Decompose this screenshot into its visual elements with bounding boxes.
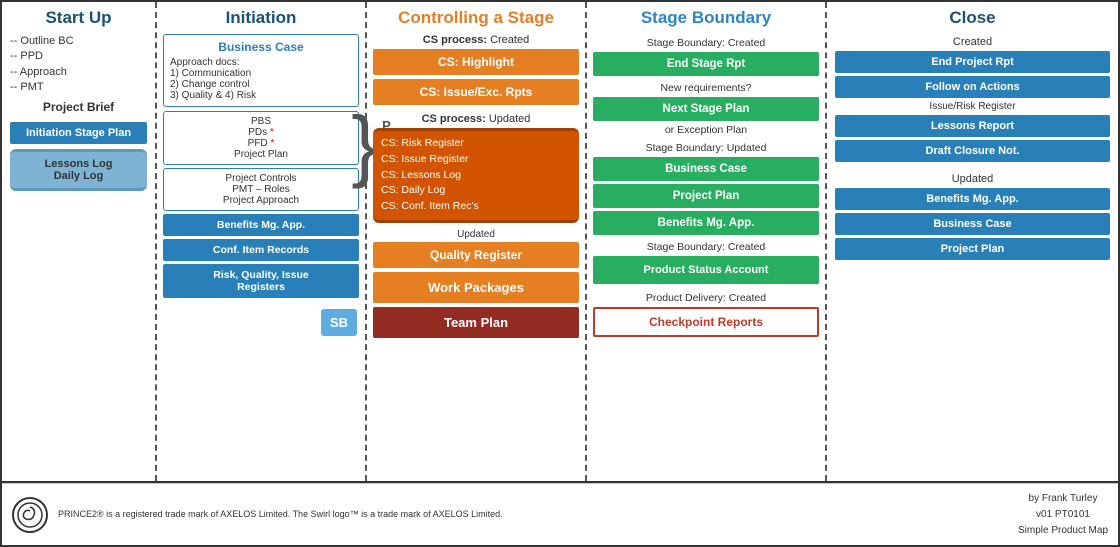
benefits-mg-close-box: Benefits Mg. App.: [835, 188, 1110, 210]
swirl-icon: [16, 501, 44, 529]
risk-quality-box: Risk, Quality, IssueRegisters: [163, 264, 359, 298]
risk-register-text: CS: Risk Register: [381, 136, 571, 152]
cs-cylinder: CS: Risk Register CS: Issue Register CS:…: [373, 128, 579, 223]
controlling-column: Controlling a Stage CS process: Created …: [367, 2, 587, 481]
updated-close-label: Updated: [835, 173, 1110, 185]
bottom-bar: PRINCE2® is a registered trade mark of A…: [2, 483, 1118, 545]
end-stage-rpt-box: End Stage Rpt: [593, 52, 819, 76]
startup-header: Start Up: [10, 8, 147, 28]
startup-item-1: -- Outline BC: [10, 34, 147, 49]
next-stage-plan-box: Next Stage Plan: [593, 97, 819, 121]
initiation-header: Initiation: [163, 8, 359, 28]
issue-risk-label: Issue/Risk Register: [835, 101, 1110, 112]
initiation-wrapper: Business Case Approach docs:1) Communica…: [163, 34, 359, 475]
draft-closure-box: Draft Closure Not.: [835, 140, 1110, 162]
main-container: Start Up -- Outline BC -- PPD -- Approac…: [0, 0, 1120, 547]
business-case-outer-box: Business Case Approach docs:1) Communica…: [163, 34, 359, 107]
initiation-stage-plan-box: Initiation Stage Plan: [10, 122, 147, 144]
close-header: Close: [835, 8, 1110, 28]
conf-item-box: Conf. Item Records: [163, 239, 359, 261]
project-plan-sb-box: Project Plan: [593, 184, 819, 208]
checkpoint-reports-box: Checkpoint Reports: [593, 307, 819, 337]
new-requirements-label: New requirements?: [593, 82, 819, 94]
project-plan-label: Project Plan: [234, 149, 288, 160]
business-case-close-box: Business Case: [835, 213, 1110, 235]
highlight-box: CS: Highlight: [373, 49, 579, 75]
created-label: Created: [835, 36, 1110, 48]
issue-register-text: CS: Issue Register: [381, 152, 571, 168]
stage-boundary-column: Stage Boundary Stage Boundary: Created E…: [587, 2, 827, 481]
business-case-title: Business Case: [170, 40, 352, 54]
close-column: Close Created End Project Rpt Follow on …: [827, 2, 1118, 481]
cs-updated-label: CS process: Updated: [373, 113, 579, 125]
project-plan-close-box: Project Plan: [835, 238, 1110, 260]
startup-column: Start Up -- Outline BC -- PPD -- Approac…: [2, 2, 157, 481]
approach-docs: Approach docs:1) Communication2) Change …: [170, 57, 352, 101]
version-label: v01 PT0101: [1018, 507, 1108, 523]
controls-box: Project Controls PMT – Roles Project App…: [163, 168, 359, 211]
lessons-log-box: Lessons Log Daily Log: [10, 149, 147, 191]
lessons-log-cs-text: CS: Lessons Log: [381, 168, 571, 184]
product-delivery-label: Product Delivery: Created: [593, 292, 819, 304]
team-plan-box: Team Plan: [373, 307, 579, 338]
project-brief: Project Brief: [10, 100, 147, 114]
startup-item-4: -- PMT: [10, 80, 147, 95]
business-case-sb-box: Business Case: [593, 157, 819, 181]
end-project-rpt-box: End Project Rpt: [835, 51, 1110, 73]
startup-items: -- Outline BC -- PPD -- Approach -- PMT: [10, 34, 147, 96]
benefits-mg-sb-box: Benefits Mg. App.: [593, 211, 819, 235]
follow-on-box: Follow on Actions: [835, 76, 1110, 98]
sb-updated-label: Stage Boundary: Updated: [593, 142, 819, 154]
work-packages-box: Work Packages: [373, 272, 579, 303]
lessons-log-text: Lessons Log: [14, 158, 143, 170]
daily-log-cs-text: CS: Daily Log: [381, 183, 571, 199]
benefits-mg-box: Benefits Mg. App.: [163, 214, 359, 236]
pbs-pds-box: PBS PDs * PFD * Project Plan: [163, 111, 359, 165]
sb-label-area: SB: [163, 305, 359, 336]
sb-created-label-1: Stage Boundary: Created: [593, 37, 819, 49]
quality-register-box: Quality Register: [373, 242, 579, 268]
initiation-column: Initiation Business Case Approach docs:1…: [157, 2, 367, 481]
pds-asterisk: *: [270, 127, 274, 138]
project-controls-label: Project Controls: [225, 173, 296, 184]
updated-label: Updated: [373, 229, 579, 240]
stage-boundary-header: Stage Boundary: [593, 8, 819, 28]
conf-item-rec-text: CS: Conf. Item Rec's: [381, 199, 571, 215]
author-info: by Frank Turley v01 PT0101 Simple Produc…: [1018, 491, 1108, 539]
daily-log-text: Daily Log: [14, 170, 143, 182]
product-status-box: Product Status Account: [593, 256, 819, 284]
controlling-header: Controlling a Stage: [373, 8, 579, 28]
sb-created-label-2: Stage Boundary: Created: [593, 241, 819, 253]
pfd-asterisk: *: [270, 138, 274, 149]
trademark-text: PRINCE2® is a registered trade mark of A…: [58, 508, 538, 522]
sb-label-box: SB: [321, 309, 357, 336]
content-area: Start Up -- Outline BC -- PPD -- Approac…: [2, 2, 1118, 483]
pds-label: PDs: [248, 127, 267, 138]
startup-item-2: -- PPD: [10, 49, 147, 64]
pmt-roles-label: PMT – Roles: [232, 184, 290, 195]
pbs-label: PBS: [251, 116, 271, 127]
author-label: by Frank Turley: [1018, 491, 1108, 507]
startup-item-3: -- Approach: [10, 65, 147, 80]
map-type-label: Simple Product Map: [1018, 523, 1108, 539]
cs-created-label: CS process: Created: [373, 34, 579, 46]
project-approach-label: Project Approach: [223, 195, 299, 206]
or-exception-label: or Exception Plan: [593, 124, 819, 136]
swirl-logo: [12, 497, 48, 533]
pfd-label: PFD: [248, 138, 268, 149]
lessons-report-box: Lessons Report: [835, 115, 1110, 137]
issue-exc-box: CS: Issue/Exc. Rpts: [373, 79, 579, 105]
